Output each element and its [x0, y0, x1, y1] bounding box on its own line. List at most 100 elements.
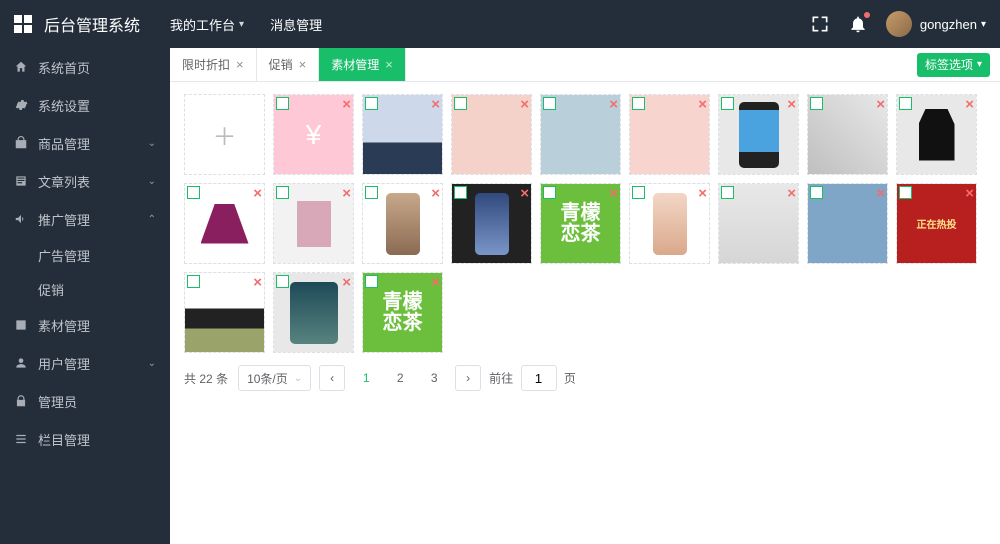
delete-icon[interactable]: × — [342, 96, 351, 113]
checkbox[interactable] — [632, 186, 645, 199]
chevron-down-icon: ⌄ — [148, 176, 156, 187]
delete-icon[interactable]: × — [609, 185, 618, 202]
material-icon — [14, 318, 28, 332]
material-item[interactable]: × — [540, 94, 621, 175]
delete-icon[interactable]: × — [787, 96, 796, 113]
material-item[interactable]: × — [273, 183, 354, 264]
checkbox[interactable] — [365, 275, 378, 288]
chevron-down-icon: ⌄ — [148, 358, 156, 369]
checkbox[interactable] — [899, 97, 912, 110]
delete-icon[interactable]: × — [609, 96, 618, 113]
delete-icon[interactable]: × — [876, 185, 885, 202]
material-item[interactable]: × — [629, 94, 710, 175]
sidebar-item-admin[interactable]: 管理员 — [0, 382, 170, 420]
close-icon[interactable]: × — [385, 57, 393, 72]
tag-filter-select[interactable]: 标签选项 ▾ — [917, 53, 990, 77]
delete-icon[interactable]: × — [698, 185, 707, 202]
checkbox[interactable] — [721, 97, 734, 110]
material-item[interactable]: × — [807, 94, 888, 175]
material-item[interactable]: × — [807, 183, 888, 264]
top-menu-workbench[interactable]: 我的工作台 ▾ — [170, 15, 244, 34]
topbar: 后台管理系统 我的工作台 ▾ 消息管理 gongzhen ▾ — [0, 0, 1000, 48]
material-item[interactable]: × — [451, 94, 532, 175]
delete-icon[interactable]: × — [520, 185, 529, 202]
page-jump-input[interactable] — [521, 365, 557, 391]
brand-title: 后台管理系统 — [44, 12, 140, 36]
sidebar-item-promo[interactable]: 推广管理 ⌃ — [0, 200, 170, 238]
tab-promotion[interactable]: 促销 × — [257, 48, 320, 81]
delete-icon[interactable]: × — [342, 185, 351, 202]
delete-icon[interactable]: × — [431, 274, 440, 291]
checkbox[interactable] — [454, 97, 467, 110]
user-menu[interactable]: gongzhen ▾ — [920, 17, 986, 32]
sidebar-item-user[interactable]: 用户管理 ⌄ — [0, 344, 170, 382]
material-item[interactable]: 青檬 恋茶× — [362, 272, 443, 353]
checkbox[interactable] — [632, 97, 645, 110]
material-item[interactable]: × — [273, 94, 354, 175]
delete-icon[interactable]: × — [253, 185, 262, 202]
delete-icon[interactable]: × — [698, 96, 707, 113]
checkbox[interactable] — [276, 186, 289, 199]
material-item[interactable]: × — [362, 94, 443, 175]
material-item[interactable]: × — [451, 183, 532, 264]
bell-icon[interactable] — [848, 14, 868, 34]
sidebar-item-articles[interactable]: 文章列表 ⌄ — [0, 162, 170, 200]
delete-icon[interactable]: × — [787, 185, 796, 202]
tab-material[interactable]: 素材管理 × — [319, 48, 406, 81]
material-item[interactable]: 青檬 恋茶× — [540, 183, 621, 264]
checkbox[interactable] — [810, 186, 823, 199]
checkbox[interactable] — [276, 97, 289, 110]
fullscreen-icon[interactable] — [810, 14, 830, 34]
page-number[interactable]: 2 — [387, 365, 413, 391]
checkbox[interactable] — [365, 186, 378, 199]
material-item[interactable]: × — [629, 183, 710, 264]
sidebar-item-goods[interactable]: 商品管理 ⌄ — [0, 124, 170, 162]
sidebar-sub-ad[interactable]: 广告管理 — [0, 238, 170, 272]
delete-icon[interactable]: × — [965, 185, 974, 202]
sidebar-item-material[interactable]: 素材管理 — [0, 306, 170, 344]
close-icon[interactable]: × — [236, 57, 244, 72]
checkbox[interactable] — [721, 186, 734, 199]
checkbox[interactable] — [365, 97, 378, 110]
sidebar-sub-sale[interactable]: 促销 — [0, 272, 170, 306]
checkbox[interactable] — [543, 186, 556, 199]
material-item[interactable]: × — [896, 94, 977, 175]
material-grid: ＋ × × × × × × × × × × × × 青檬 恋茶× × × × 正… — [184, 94, 986, 353]
material-item[interactable]: 正在热投× — [896, 183, 977, 264]
delete-icon[interactable]: × — [431, 96, 440, 113]
checkbox[interactable] — [899, 186, 912, 199]
checkbox[interactable] — [187, 275, 200, 288]
sidebar-sub-label: 广告管理 — [38, 246, 90, 265]
page-next-button[interactable]: › — [455, 365, 481, 391]
avatar[interactable] — [886, 11, 912, 37]
delete-icon[interactable]: × — [342, 274, 351, 291]
add-material-button[interactable]: ＋ — [184, 94, 265, 175]
page-number[interactable]: 1 — [353, 365, 379, 391]
delete-icon[interactable]: × — [431, 185, 440, 202]
tab-limited-discount[interactable]: 限时折扣 × — [170, 48, 257, 81]
material-item[interactable]: × — [184, 272, 265, 353]
sidebar-item-settings[interactable]: 系统设置 — [0, 86, 170, 124]
sidebar-item-column[interactable]: 栏目管理 — [0, 420, 170, 458]
checkbox[interactable] — [454, 186, 467, 199]
material-item[interactable]: × — [362, 183, 443, 264]
checkbox[interactable] — [187, 186, 200, 199]
page-size-select[interactable]: 10条/页 ⌄ — [238, 365, 311, 391]
delete-icon[interactable]: × — [253, 274, 262, 291]
sidebar-item-home[interactable]: 系统首页 — [0, 48, 170, 86]
checkbox[interactable] — [810, 97, 823, 110]
material-item[interactable]: × — [184, 183, 265, 264]
checkbox[interactable] — [276, 275, 289, 288]
delete-icon[interactable]: × — [965, 96, 974, 113]
material-item[interactable]: × — [718, 94, 799, 175]
page-prev-button[interactable]: ‹ — [319, 365, 345, 391]
delete-icon[interactable]: × — [876, 96, 885, 113]
material-item[interactable]: × — [718, 183, 799, 264]
checkbox[interactable] — [543, 97, 556, 110]
page-number[interactable]: 3 — [421, 365, 447, 391]
app-grid-icon[interactable] — [14, 15, 32, 33]
material-item[interactable]: × — [273, 272, 354, 353]
close-icon[interactable]: × — [299, 57, 307, 72]
top-menu-messages[interactable]: 消息管理 — [270, 15, 322, 34]
delete-icon[interactable]: × — [520, 96, 529, 113]
